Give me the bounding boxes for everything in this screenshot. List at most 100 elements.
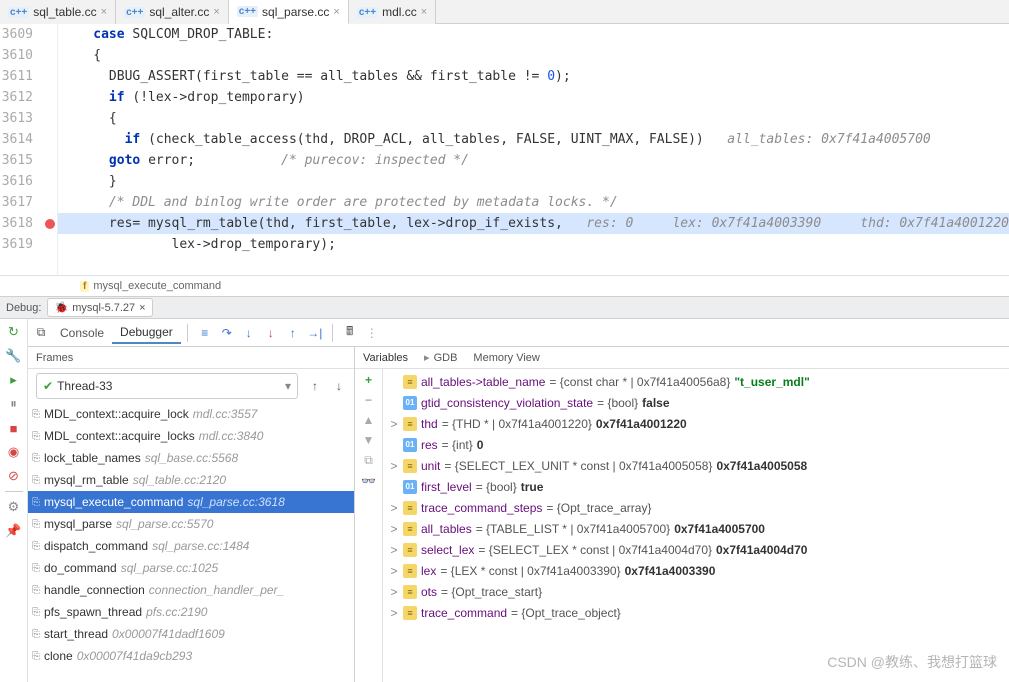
frame-item[interactable]: ⎘start_thread 0x00007f41dadf1609 — [28, 623, 354, 645]
step-out-icon[interactable]: ↑ — [282, 322, 304, 344]
view-breakpoints-icon[interactable]: ◉ — [5, 443, 23, 461]
expand-icon[interactable]: > — [389, 606, 399, 620]
frame-item[interactable]: ⎘mysql_execute_command sql_parse.cc:3618 — [28, 491, 354, 513]
frame-name: MDL_context::acquire_locks — [44, 429, 195, 443]
pin-icon[interactable]: 📌 — [5, 522, 23, 540]
frame-item[interactable]: ⎘pfs_spawn_thread pfs.cc:2190 — [28, 601, 354, 623]
code-editor[interactable]: 3609361036113612361336143615361636173618… — [0, 24, 1009, 275]
editor-tab[interactable]: c++sql_table.cc× — [0, 0, 116, 24]
wrench-icon[interactable]: 🔧 — [5, 347, 23, 365]
expand-icon[interactable]: > — [389, 585, 399, 599]
variable-item[interactable]: >≡all_tables = {TABLE_LIST * | 0x7f41a40… — [383, 518, 1009, 539]
variable-item[interactable]: >≡trace_command = {Opt_trace_object} — [383, 602, 1009, 623]
close-icon[interactable]: × — [421, 6, 427, 18]
evaluate-icon[interactable]: 🖩 — [339, 322, 361, 344]
editor-tab[interactable]: c++sql_parse.cc× — [229, 0, 349, 24]
tab-variables[interactable]: Variables — [363, 352, 408, 364]
variable-item[interactable]: >≡trace_command_steps = {Opt_trace_array… — [383, 497, 1009, 518]
close-icon[interactable]: × — [101, 6, 107, 18]
frame-icon: ⎘ — [32, 431, 40, 442]
frame-location: connection_handler_per_ — [149, 583, 284, 597]
run-to-cursor-icon[interactable]: →| — [304, 322, 326, 344]
close-icon[interactable]: × — [213, 6, 219, 18]
frame-item[interactable]: ⎘lock_table_names sql_base.cc:5568 — [28, 447, 354, 469]
variable-item[interactable]: >≡lex = {LEX * const | 0x7f41a4003390} 0… — [383, 560, 1009, 581]
variable-item[interactable]: >≡select_lex = {SELECT_LEX * const | 0x7… — [383, 539, 1009, 560]
close-icon[interactable]: × — [333, 6, 339, 18]
var-type-icon: 01 — [403, 438, 417, 452]
tab-debugger[interactable]: Debugger — [112, 322, 181, 344]
function-badge-icon: f — [80, 281, 89, 292]
force-step-into-icon[interactable]: ↓ — [260, 322, 282, 344]
variable-item[interactable]: >≡thd = {THD * | 0x7f41a4001220} 0x7f41a… — [383, 413, 1009, 434]
variables-pane: Variables ▸GDB Memory View + − ▲ ▼ ⧉ 👓 ≡… — [355, 347, 1009, 682]
thread-selector[interactable]: ✔Thread-33 ▾ — [36, 373, 298, 399]
frame-item[interactable]: ⎘clone 0x00007f41da9cb293 — [28, 645, 354, 667]
expand-icon[interactable]: > — [389, 501, 399, 515]
add-watch-icon[interactable]: + — [365, 373, 372, 387]
frame-name: lock_table_names — [44, 451, 141, 465]
mute-breakpoints-icon[interactable]: ⊘ — [5, 467, 23, 485]
variable-item[interactable]: ≡all_tables->table_name = {const char * … — [383, 371, 1009, 392]
expand-icon[interactable]: > — [389, 564, 399, 578]
variable-item[interactable]: >≡unit = {SELECT_LEX_UNIT * const | 0x7f… — [383, 455, 1009, 476]
frame-item[interactable]: ⎘dispatch_command sql_parse.cc:1484 — [28, 535, 354, 557]
frames-title: Frames — [36, 352, 73, 364]
more-icon[interactable]: ⋮ — [361, 322, 383, 344]
variable-item[interactable]: 01res = {int} 0 — [383, 434, 1009, 455]
tab-gdb[interactable]: ▸GDB — [424, 351, 457, 364]
tab-console[interactable]: Console — [52, 323, 112, 343]
rerun-icon[interactable]: ↻ — [5, 323, 23, 341]
next-frame-icon[interactable]: ↓ — [328, 375, 350, 397]
expand-icon[interactable]: > — [389, 459, 399, 473]
down-icon[interactable]: ▼ — [363, 433, 375, 447]
code-lines[interactable]: case SQLCOM_DROP_TABLE: { DBUG_ASSERT(fi… — [58, 24, 1009, 275]
expand-icon[interactable]: > — [389, 522, 399, 536]
glasses-icon[interactable]: 👓 — [361, 474, 376, 488]
frame-item[interactable]: ⎘mysql_parse sql_parse.cc:5570 — [28, 513, 354, 535]
stop-icon[interactable]: ■ — [5, 419, 23, 437]
var-type-icon: ≡ — [403, 375, 417, 389]
editor-tab[interactable]: c++mdl.cc× — [349, 0, 436, 24]
show-execution-icon[interactable]: ≡ — [194, 322, 216, 344]
frame-item[interactable]: ⎘handle_connection connection_handler_pe… — [28, 579, 354, 601]
var-name: lex — [421, 564, 436, 578]
frame-item[interactable]: ⎘mysql_rm_table sql_table.cc:2120 — [28, 469, 354, 491]
prev-frame-icon[interactable]: ↑ — [304, 375, 326, 397]
close-icon[interactable]: × — [139, 302, 145, 314]
copy-icon[interactable]: ⧉ — [364, 453, 373, 468]
frame-name: pfs_spawn_thread — [44, 605, 142, 619]
frame-item[interactable]: ⎘do_command sql_parse.cc:1025 — [28, 557, 354, 579]
breakpoint-margin[interactable] — [43, 24, 58, 275]
breakpoint-icon[interactable] — [45, 219, 55, 229]
variable-item[interactable]: 01first_level = {bool} true — [383, 476, 1009, 497]
variable-item[interactable]: 01gtid_consistency_violation_state = {bo… — [383, 392, 1009, 413]
tab-memory-view[interactable]: Memory View — [473, 352, 539, 364]
var-value: = {int} — [442, 438, 473, 452]
frame-list[interactable]: ⎘MDL_context::acquire_lock mdl.cc:3557⎘ M… — [28, 403, 354, 682]
var-type-icon: ≡ — [403, 459, 417, 473]
variable-item[interactable]: >≡ots = {Opt_trace_start} — [383, 581, 1009, 602]
frame-item[interactable]: ⎘MDL_context::acquire_lock mdl.cc:3557 — [28, 403, 354, 425]
up-icon[interactable]: ▲ — [363, 413, 375, 427]
threads-icon[interactable]: ⧉ — [30, 322, 52, 344]
resume-icon[interactable]: ▸ — [5, 371, 23, 389]
var-name: all_tables — [421, 522, 472, 536]
remove-watch-icon[interactable]: − — [365, 393, 372, 407]
debug-session-tab[interactable]: 🐞 mysql-5.7.27 × — [47, 298, 152, 317]
variables-header: Variables ▸GDB Memory View — [355, 347, 1009, 369]
step-over-icon[interactable]: ↷ — [216, 322, 238, 344]
step-into-icon[interactable]: ↓ — [238, 322, 260, 344]
frame-item[interactable]: ⎘MDL_context::acquire_locks mdl.cc:3840 — [28, 425, 354, 447]
expand-icon[interactable]: > — [389, 543, 399, 557]
variable-list[interactable]: ≡all_tables->table_name = {const char * … — [383, 369, 1009, 682]
editor-tab[interactable]: c++sql_alter.cc× — [116, 0, 229, 24]
editor-tabs: c++sql_table.cc×c++sql_alter.cc×c++sql_p… — [0, 0, 1009, 24]
var-value: = {TABLE_LIST * | 0x7f41a4005700} — [476, 522, 671, 536]
var-type-icon: ≡ — [403, 564, 417, 578]
settings-icon[interactable]: ⚙ — [5, 498, 23, 516]
expand-icon[interactable]: > — [389, 417, 399, 431]
frame-icon: ⎘ — [32, 475, 40, 486]
pause-icon[interactable]: ⏸ — [5, 395, 23, 413]
breadcrumb[interactable]: f mysql_execute_command — [0, 275, 1009, 297]
